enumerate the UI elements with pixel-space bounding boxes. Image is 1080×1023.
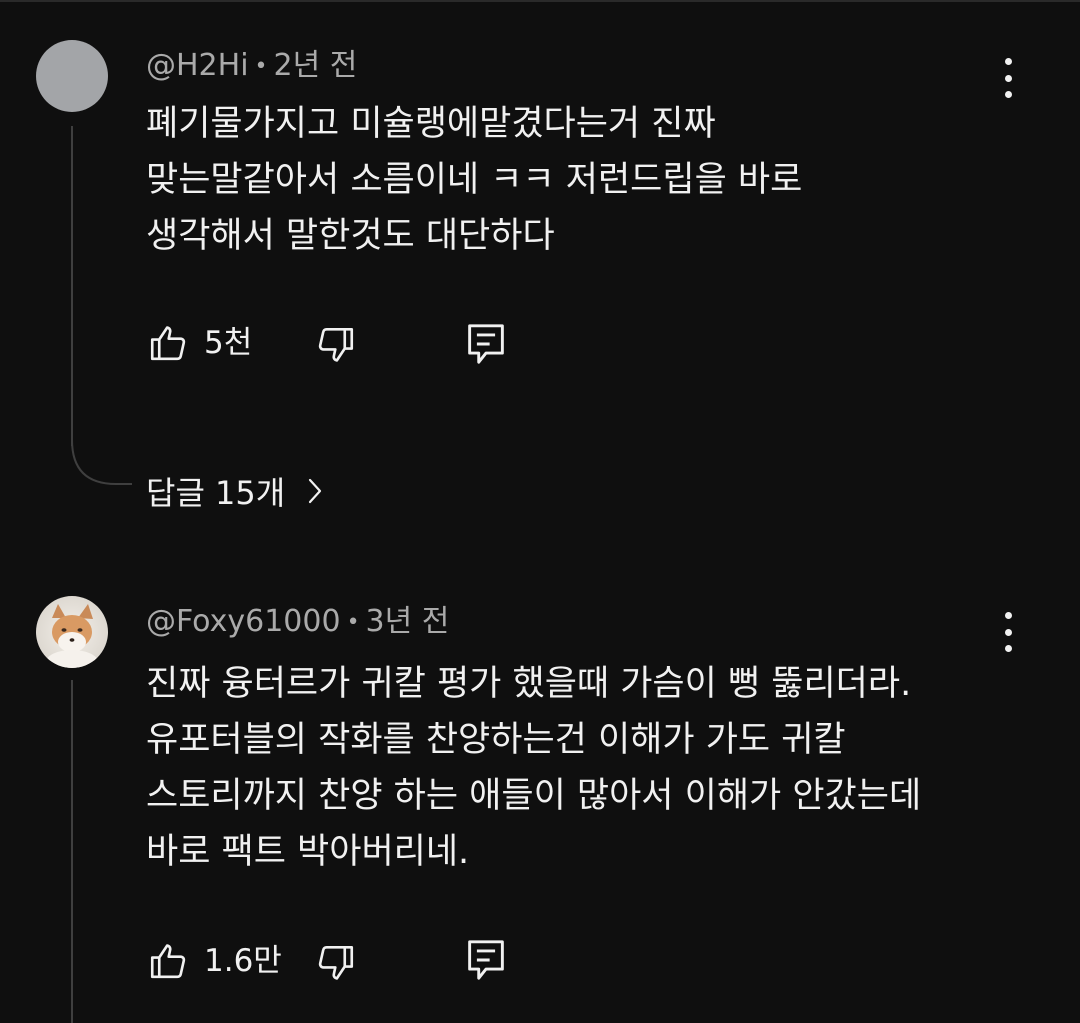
comment-time[interactable]: 2년 전 [274,48,358,83]
comment-time[interactable]: 3년 전 [366,604,450,639]
comment-author[interactable]: @H2Hi [146,48,249,83]
chevron-right-icon [309,478,322,504]
avatar[interactable] [36,40,108,112]
reply-comment-icon [468,940,504,980]
thread-line [71,680,73,1023]
comment-line: 폐기물가지고 미슐랭에맡겼다는거 진짜 [146,104,716,144]
comment-meta: @Foxy61000 • 3년 전 [146,604,449,641]
comment-line: 유포터블의 작화를 찬양하는건 이해가 가도 귀칼 [146,720,846,760]
view-replies-button[interactable]: 답글 15개 [146,468,323,514]
like-count: 1.6만 [204,943,282,979]
thread-line [71,126,73,446]
thread-curve [71,440,132,485]
comment-line: 스토리까지 찬양 하는 애들이 많아서 이해가 안갔는데 [146,776,922,816]
like-button[interactable]: 5천 [146,322,252,364]
more-vertical-icon[interactable] [998,612,1018,652]
comment-line: 진짜 융터르가 귀칼 평가 했을때 가슴이 뻥 뚫리더라. [146,664,912,704]
more-vertical-icon[interactable] [998,58,1018,98]
like-button[interactable]: 1.6만 [146,940,282,982]
comment-body: 폐기물가지고 미슐랭에맡겼다는거 진짜 맞는말같아서 소름이네 ㅋㅋ 저런드립을… [146,96,802,264]
dislike-button[interactable] [314,942,358,984]
comment-line: 맞는말같아서 소름이네 ㅋㅋ 저런드립을 바로 [146,160,803,200]
thumbs-up-icon [150,944,186,979]
comment-line: 바로 팩트 박아버리네. [146,832,470,872]
thumbs-down-icon [318,327,354,362]
comment-meta: @H2Hi • 2년 전 [146,48,357,85]
reply-button[interactable] [466,938,506,982]
like-count: 5천 [204,325,253,361]
replies-label: 답글 15개 [146,474,286,512]
thumbs-down-icon [318,945,354,980]
avatar[interactable] [36,596,108,668]
top-divider [0,0,1080,2]
thumbs-up-icon [150,326,186,361]
reply-comment-icon [468,324,504,364]
fox-avatar-image [36,596,108,668]
comment-line: 생각해서 말한것도 대단하다 [146,216,555,256]
comment-author[interactable]: @Foxy61000 [146,604,341,639]
meta-separator: • [346,609,360,635]
reply-button[interactable] [466,322,506,366]
dislike-button[interactable] [314,324,358,366]
meta-separator: • [254,53,268,79]
comment-body: 진짜 융터르가 귀칼 평가 했을때 가슴이 뻥 뚫리더라. 유포터블의 작화를 … [146,656,921,880]
